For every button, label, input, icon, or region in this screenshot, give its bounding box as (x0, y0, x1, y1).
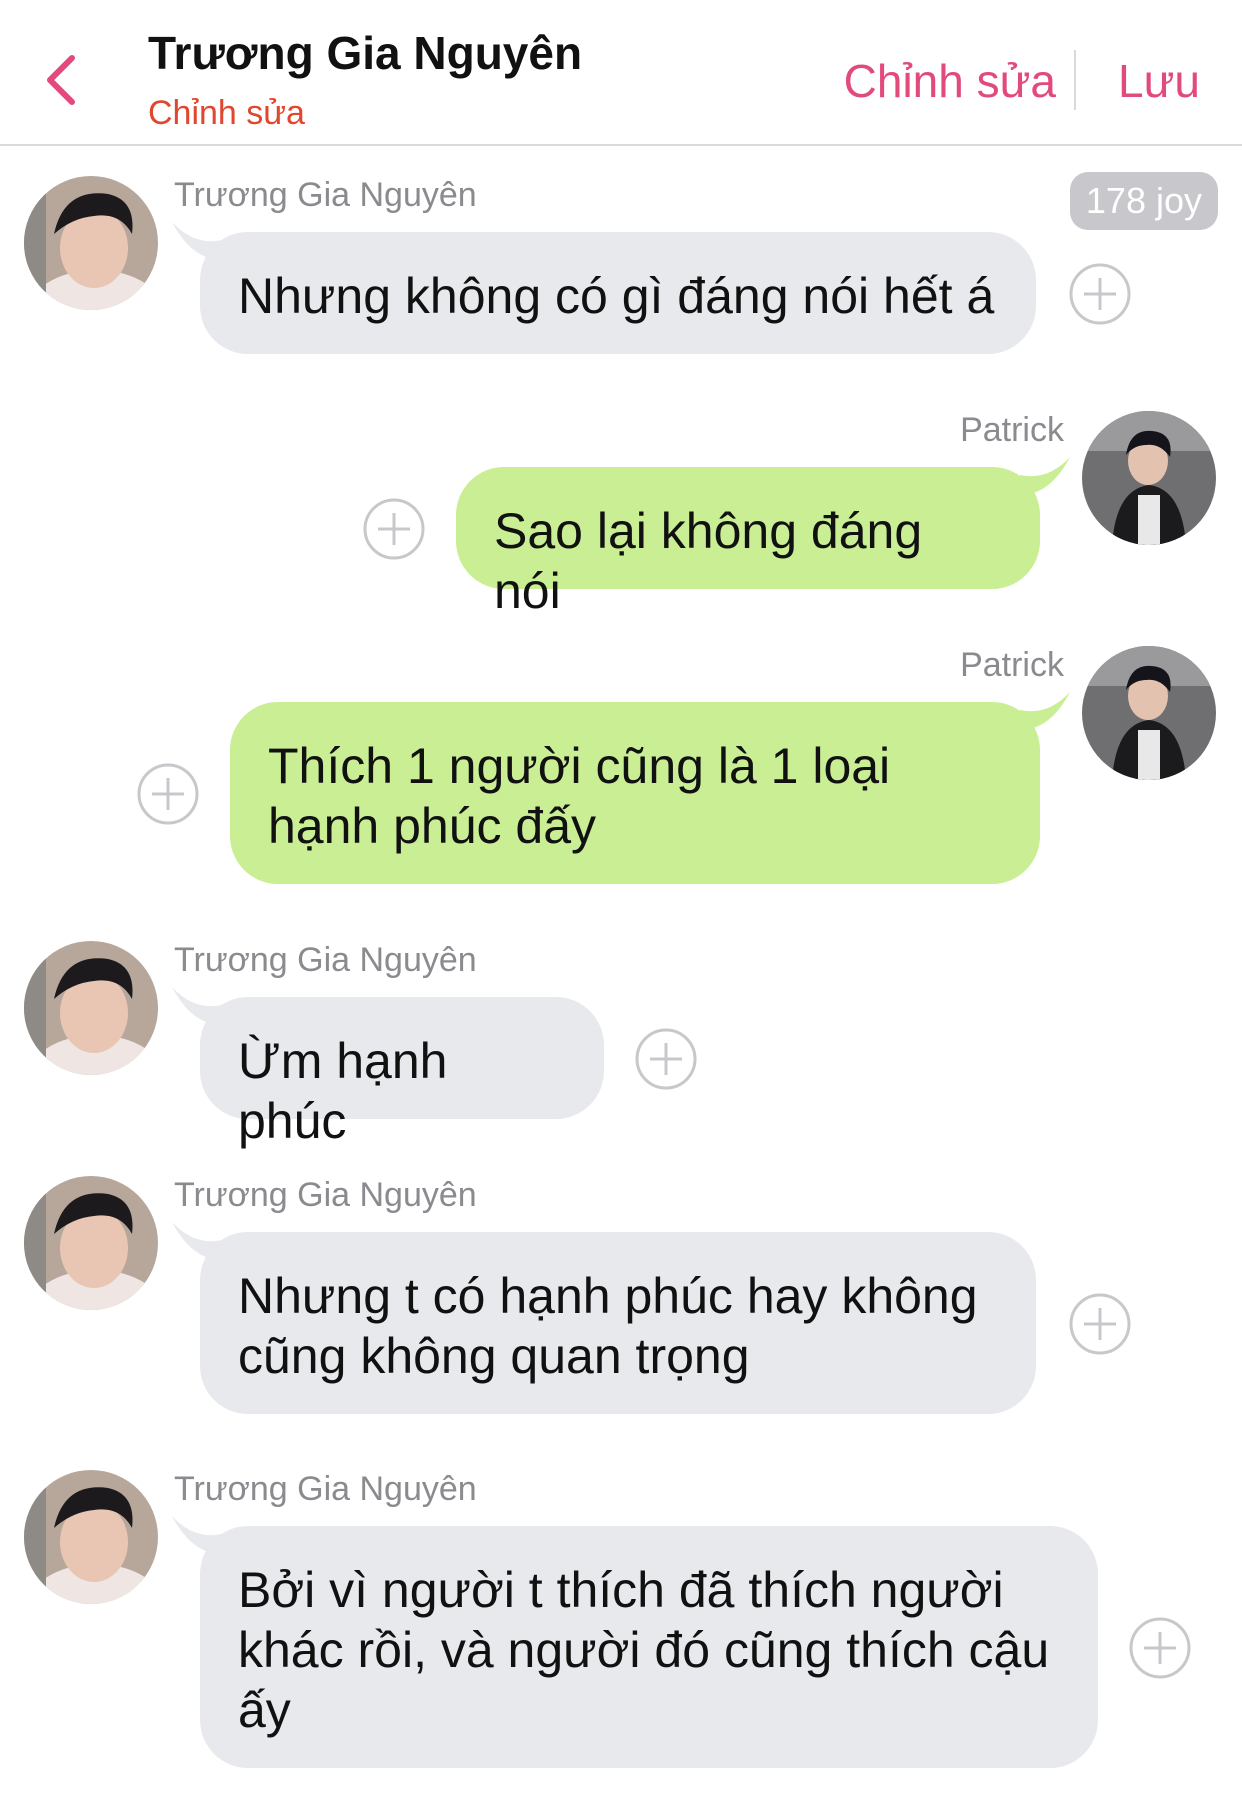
message-bubble[interactable]: Thích 1 người cũng là 1 loại hạnh phúc đ… (230, 702, 1040, 884)
chat-title: Trương Gia Nguyên (148, 27, 583, 79)
message-bubble[interactable]: Bởi vì người t thích đã thích người khác… (200, 1526, 1098, 1768)
message-text: Bởi vì người t thích đã thích người khác… (238, 1562, 1050, 1738)
message-text: Thích 1 người cũng là 1 loại hạnh phúc đ… (268, 738, 891, 854)
avatar-photo-icon (1082, 646, 1216, 780)
avatar-patrick[interactable] (1082, 411, 1216, 545)
sender-name: Trương Gia Nguyên (174, 1470, 477, 1508)
message-bubble[interactable]: Nhưng t có hạnh phúc hay không cũng khôn… (200, 1232, 1036, 1414)
chat-subtitle: Chỉnh sửa (148, 94, 305, 132)
plus-circle-icon (1069, 1293, 1131, 1355)
joy-count-badge: 178 joy (1069, 172, 1218, 230)
add-reaction-button[interactable] (362, 497, 426, 561)
message-text: Sao lại không đáng nói (494, 503, 923, 619)
add-reaction-button[interactable] (136, 762, 200, 826)
chat-header: Trương Gia Nguyên Chỉnh sửa Chỉnh sửa Lư… (0, 0, 1242, 146)
avatar-photo-icon (24, 1176, 158, 1310)
back-button[interactable] (40, 50, 84, 110)
add-reaction-button[interactable] (634, 1027, 698, 1091)
message-text: Nhưng t có hạnh phúc hay không cũng khôn… (238, 1268, 978, 1384)
add-reaction-button[interactable] (1128, 1616, 1192, 1680)
avatar-photo-icon (1082, 411, 1216, 545)
avatar-nguyen[interactable] (24, 1470, 158, 1604)
plus-circle-icon (1069, 263, 1131, 325)
plus-circle-icon (635, 1028, 697, 1090)
avatar-photo-icon (24, 941, 158, 1075)
save-button[interactable]: Lưu (1118, 54, 1200, 108)
message-text: Ừm hạnh phúc (238, 1033, 448, 1149)
add-reaction-button[interactable] (1068, 262, 1132, 326)
plus-circle-icon (1129, 1617, 1191, 1679)
sender-name: Trương Gia Nguyên (174, 176, 477, 214)
message-bubble[interactable]: Ừm hạnh phúc (200, 997, 604, 1149)
message-bubble[interactable]: Nhưng không có gì đáng nói hết á (200, 232, 1036, 354)
message-bubble[interactable]: Sao lại không đáng nói (456, 467, 1040, 619)
sender-name: Trương Gia Nguyên (174, 941, 477, 979)
plus-circle-icon (137, 763, 199, 825)
sender-name: Trương Gia Nguyên (174, 1176, 477, 1214)
add-reaction-button[interactable] (1068, 1292, 1132, 1356)
avatar-patrick[interactable] (1082, 646, 1216, 780)
avatar-nguyen[interactable] (24, 1176, 158, 1310)
header-divider (1074, 50, 1076, 110)
edit-button[interactable]: Chỉnh sửa (844, 54, 1056, 108)
message-text: Nhưng không có gì đáng nói hết á (238, 268, 995, 324)
chevron-left-icon (47, 55, 75, 105)
sender-name: Patrick (960, 411, 1064, 449)
avatar-photo-icon (24, 176, 158, 310)
plus-circle-icon (363, 498, 425, 560)
sender-name: Patrick (960, 646, 1064, 684)
avatar-nguyen[interactable] (24, 176, 158, 310)
avatar-nguyen[interactable] (24, 941, 158, 1075)
avatar-photo-icon (24, 1470, 158, 1604)
